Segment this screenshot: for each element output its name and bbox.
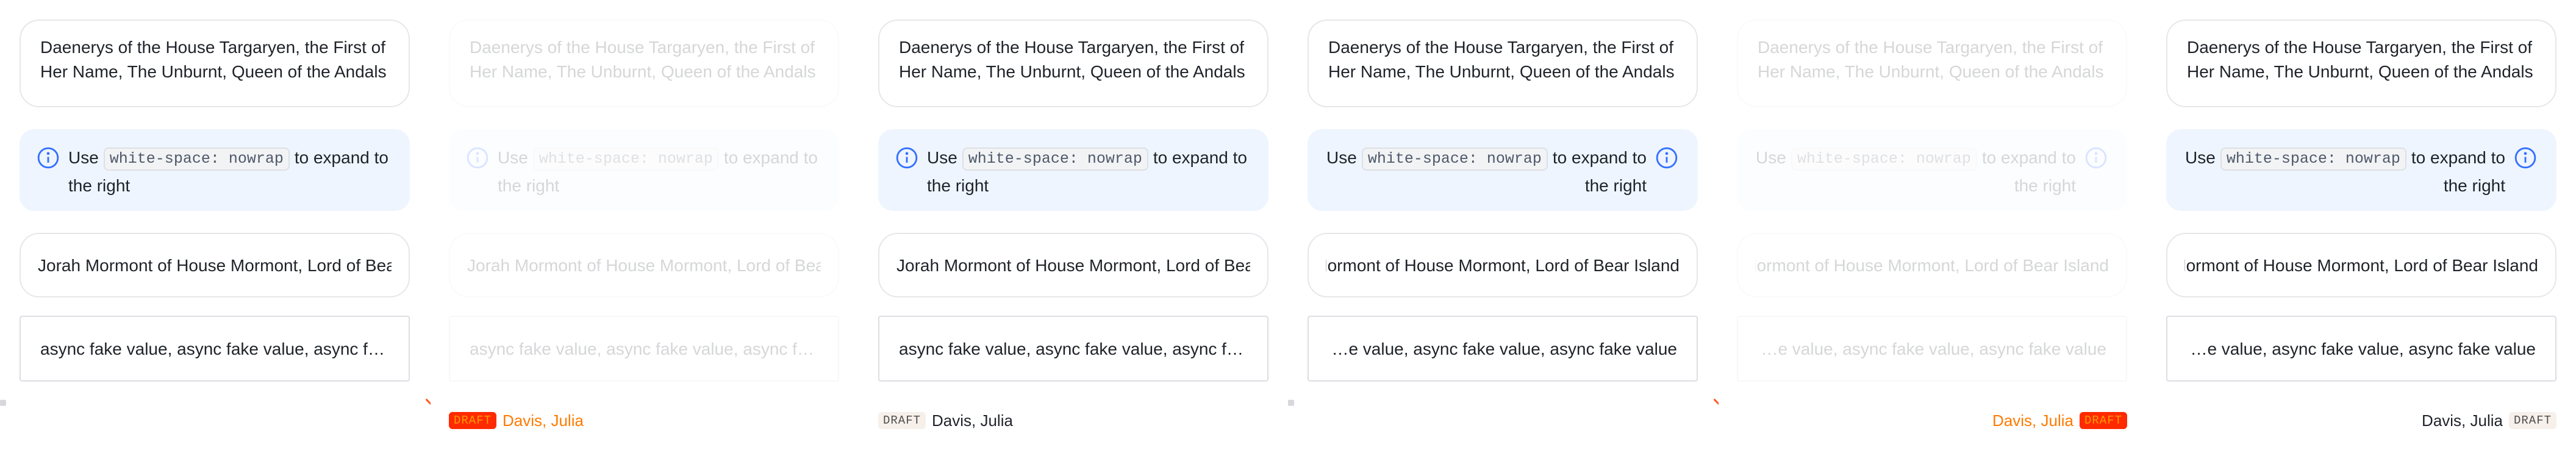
demo-column-ltr-footer: Daenerys of the House Targaryen, the Fir… <box>859 0 1288 451</box>
async-value-text: async fake value, async fake value, asyn… <box>470 339 818 358</box>
async-value-box: async fake value, async fake value, asyn… <box>2166 316 2556 382</box>
single-line-box: Jorah Mormont of House Mormont, Lord of … <box>20 233 410 297</box>
demo-column-rtl-footer: Daenerys of the House Targaryen, the Fir… <box>2147 0 2576 451</box>
multiline-ellipsis-box: Daenerys of the House Targaryen, the Fir… <box>449 20 839 107</box>
callout-code: white-space: nowrap <box>1791 147 1977 171</box>
multiline-ellipsis-box: Daenerys of the House Targaryen, the Fir… <box>1737 20 2127 107</box>
multiline-ellipsis-box: Daenerys of the House Targaryen, the Fir… <box>2166 20 2556 107</box>
async-value-text: async fake value, async fake value, asyn… <box>1758 339 2106 358</box>
async-value-text: async fake value, async fake value, asyn… <box>40 339 389 358</box>
demo-column-ltr-disabled: Daenerys of the House Targaryen, the Fir… <box>425 0 859 451</box>
demo-column-ltr: Daenerys of the House Targaryen, the Fir… <box>0 0 429 451</box>
callout-code: white-space: nowrap <box>1361 147 1548 171</box>
author-name: Davis, Julia <box>1992 411 2073 430</box>
callout-text: Use white-space: nowrap to expand to the r… <box>927 144 1249 200</box>
callout-suffix: to expand to the right <box>1981 148 2076 195</box>
callout-code: white-space: nowrap <box>103 147 290 171</box>
info-callout: Use white-space: nowrap to expand to the r… <box>1308 129 1698 211</box>
callout-text: Use white-space: nowrap to expand to the r… <box>498 144 820 200</box>
draft-badge: DRAFT <box>2508 412 2556 429</box>
single-line-text: Jorah Mormont of House Mormont, Lord of … <box>1755 256 2109 275</box>
callout-code: white-space: nowrap <box>532 147 719 171</box>
callout-code: white-space: nowrap <box>2220 147 2406 171</box>
async-value-box: async fake value, async fake value, asyn… <box>878 316 1268 382</box>
draft-badge: DRAFT <box>2079 412 2127 429</box>
async-value-text: async fake value, async fake value, asyn… <box>2187 339 2536 358</box>
callout-text: Use white-space: nowrap to expand to the r… <box>2183 144 2505 200</box>
info-callout: Use white-space: nowrap to expand to the r… <box>2166 129 2556 211</box>
multiline-ellipsis-box: Daenerys of the House Targaryen, the Fir… <box>20 20 410 107</box>
info-icon <box>2514 147 2536 169</box>
callout-prefix: Use <box>927 148 957 167</box>
multiline-ellipsis-box: Daenerys of the House Targaryen, the Fir… <box>878 20 1268 107</box>
single-line-box: Jorah Mormont of House Mormont, Lord of … <box>2166 233 2556 297</box>
multiline-ellipsis-text: Daenerys of the House Targaryen, the Fir… <box>2187 38 2533 81</box>
info-icon <box>896 147 918 169</box>
draft-footer: DRAFT Davis, Julia <box>449 408 839 433</box>
edge-marker <box>1288 400 1294 406</box>
info-icon <box>1656 147 1678 169</box>
async-value-box: async fake value, async fake value, asyn… <box>1308 316 1698 382</box>
info-callout: Use white-space: nowrap to expand to the r… <box>449 129 839 211</box>
multiline-ellipsis-text: Daenerys of the House Targaryen, the Fir… <box>1328 38 1675 81</box>
async-value-box: async fake value, async fake value, asyn… <box>449 316 839 382</box>
callout-text: Use white-space: nowrap to expand to the r… <box>68 144 390 200</box>
draft-footer: DRAFT Davis, Julia <box>878 408 1268 433</box>
callout-suffix: to expand to the right <box>1552 148 1647 195</box>
draft-footer: Davis, Julia DRAFT <box>1737 408 2127 433</box>
multiline-ellipsis-text: Daenerys of the House Targaryen, the Fir… <box>899 38 1245 81</box>
single-line-box: Jorah Mormont of House Mormont, Lord of … <box>449 233 839 297</box>
multiline-ellipsis-box: Daenerys of the House Targaryen, the Fir… <box>1308 20 1698 107</box>
single-line-text: Jorah Mormont of House Mormont, Lord of … <box>1326 256 1680 275</box>
multiline-ellipsis-text: Daenerys of the House Targaryen, the Fir… <box>40 38 387 81</box>
author-name: Davis, Julia <box>932 411 1013 430</box>
edge-marker <box>0 400 6 406</box>
callout-code: white-space: nowrap <box>962 147 1148 171</box>
info-icon <box>37 147 59 169</box>
callout-suffix: to expand to the right <box>2411 148 2505 195</box>
multiline-ellipsis-text: Daenerys of the House Targaryen, the Fir… <box>1758 38 2104 81</box>
callout-text: Use white-space: nowrap to expand to the r… <box>1754 144 2076 200</box>
demo-column-rtl-disabled: Daenerys of the House Targaryen, the Fir… <box>1713 0 2147 451</box>
async-value-box: async fake value, async fake value, asyn… <box>1737 316 2127 382</box>
single-line-text: Jorah Mormont of House Mormont, Lord of … <box>38 256 392 275</box>
async-value-text: async fake value, async fake value, asyn… <box>899 339 1248 358</box>
callout-text: Use white-space: nowrap to expand to the r… <box>1325 144 1647 200</box>
draft-footer: Davis, Julia DRAFT <box>2166 408 2556 433</box>
single-line-box: Jorah Mormont of House Mormont, Lord of … <box>1308 233 1698 297</box>
callout-prefix: Use <box>68 148 99 167</box>
author-name: Davis, Julia <box>2422 411 2503 430</box>
demo-column-rtl: Daenerys of the House Targaryen, the Fir… <box>1288 0 1717 451</box>
draft-badge: DRAFT <box>449 412 497 429</box>
info-icon <box>2085 147 2107 169</box>
single-line-box: Jorah Mormont of House Mormont, Lord of … <box>1737 233 2127 297</box>
ellipsis-demo-grid: Daenerys of the House Targaryen, the Fir… <box>0 0 2576 451</box>
callout-prefix: Use <box>2185 148 2216 167</box>
info-icon <box>467 147 488 169</box>
single-line-text: Jorah Mormont of House Mormont, Lord of … <box>2184 256 2538 275</box>
async-value-box: async fake value, async fake value, asyn… <box>20 316 410 382</box>
single-line-text: Jorah Mormont of House Mormont, Lord of … <box>467 256 821 275</box>
draft-badge: DRAFT <box>878 412 926 429</box>
single-line-box: Jorah Mormont of House Mormont, Lord of … <box>878 233 1268 297</box>
author-name: Davis, Julia <box>503 411 584 430</box>
info-callout: Use white-space: nowrap to expand to the r… <box>20 129 410 211</box>
async-value-text: async fake value, async fake value, asyn… <box>1328 339 1677 358</box>
callout-prefix: Use <box>1756 148 1786 167</box>
callout-prefix: Use <box>498 148 528 167</box>
callout-prefix: Use <box>1326 148 1357 167</box>
info-callout: Use white-space: nowrap to expand to the r… <box>878 129 1268 211</box>
multiline-ellipsis-text: Daenerys of the House Targaryen, the Fir… <box>470 38 816 81</box>
single-line-text: Jorah Mormont of House Mormont, Lord of … <box>896 256 1250 275</box>
info-callout: Use white-space: nowrap to expand to the r… <box>1737 129 2127 211</box>
